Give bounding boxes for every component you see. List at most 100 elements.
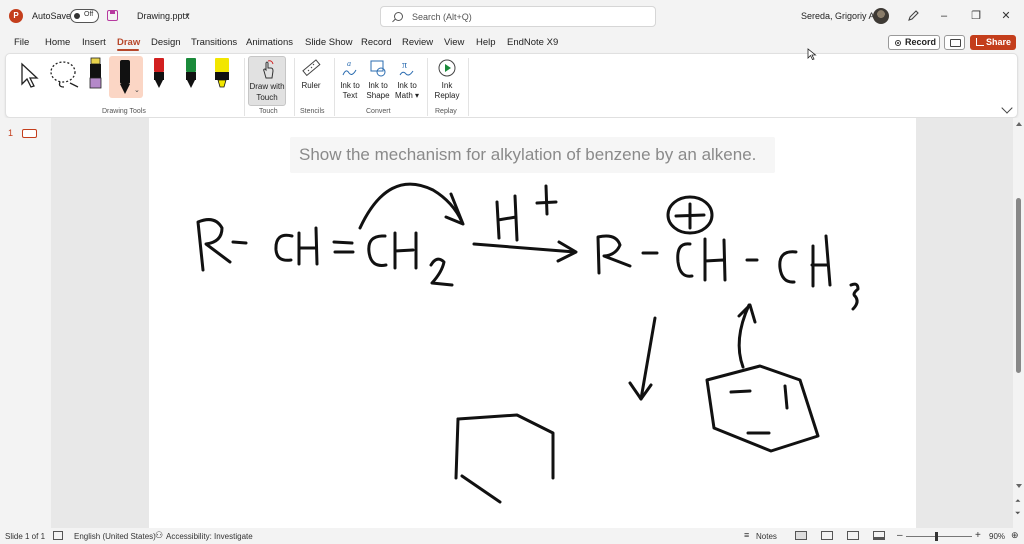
tab-help[interactable]: Help: [476, 37, 496, 48]
autosave-toggle[interactable]: Off: [70, 9, 99, 23]
ink-stroke-H4: [810, 234, 832, 288]
tab-endnote[interactable]: EndNote X9: [507, 37, 558, 48]
tab-record[interactable]: Record: [361, 37, 392, 48]
slide-number: 1: [8, 128, 14, 138]
fit-to-window-icon[interactable]: ⊕: [1011, 530, 1019, 541]
active-tab-indicator: [117, 49, 139, 51]
ink-stroke-ring-bottom: [460, 474, 502, 504]
selected-black-pen[interactable]: ⌄: [109, 56, 143, 98]
notes-icon[interactable]: ≡: [744, 530, 749, 540]
group-label-convert: Convert: [366, 108, 391, 115]
tab-design[interactable]: Design: [151, 37, 181, 48]
draw-with-touch-label-2: Touch: [256, 93, 278, 102]
search-input[interactable]: Search (Alt+Q): [380, 6, 656, 27]
user-name[interactable]: Sereda, Grigoriy A: [801, 11, 875, 21]
save-icon[interactable]: [107, 10, 118, 21]
ink-to-shape-button[interactable]: Ink to Shape: [365, 56, 391, 106]
green-pen-icon[interactable]: [182, 56, 200, 92]
spellcheck-icon[interactable]: [53, 531, 63, 540]
tab-animations[interactable]: Animations: [246, 37, 293, 48]
ink-to-math-label-2: Math ▾: [394, 91, 420, 100]
file-name[interactable]: Drawing.pptx: [137, 11, 190, 21]
zoom-slider[interactable]: [906, 536, 972, 537]
tab-draw[interactable]: Draw: [117, 37, 140, 48]
record-label: Record: [905, 37, 937, 47]
tab-review[interactable]: Review: [402, 37, 433, 48]
tab-transitions[interactable]: Transitions: [191, 37, 237, 48]
ruler-icon: [302, 59, 321, 77]
yellow-highlighter-icon[interactable]: [212, 56, 232, 92]
ink-replay-icon: [438, 59, 456, 77]
avatar[interactable]: [873, 8, 889, 24]
accessibility-status[interactable]: Accessibility: Investigate: [166, 532, 253, 541]
record-button[interactable]: Record: [888, 35, 940, 50]
slide-thumbnail-pane: 1: [0, 118, 51, 528]
ink-to-math-button[interactable]: π Ink to Math ▾: [393, 56, 421, 106]
scroll-down-icon[interactable]: [1016, 484, 1022, 488]
search-placeholder: Search (Alt+Q): [412, 12, 472, 22]
ink-to-shape-label-1: Ink to: [368, 81, 388, 90]
tab-view[interactable]: View: [444, 37, 464, 48]
ink-to-math-icon: π: [399, 60, 414, 76]
status-bar: Slide 1 of 1 English (United States) ⚇ A…: [0, 528, 1024, 544]
title-bar: P AutoSave Off Drawing.pptx ▾ Search (Al…: [0, 0, 1024, 32]
select-cursor-icon[interactable]: [16, 56, 42, 94]
previous-slide-icon[interactable]: ⏶: [1015, 498, 1021, 505]
scroll-thumb[interactable]: [1016, 198, 1021, 373]
share-label: Share: [986, 37, 1012, 47]
tab-file[interactable]: File: [14, 37, 29, 48]
zoom-level[interactable]: 90%: [989, 532, 1005, 541]
collapse-ribbon-icon[interactable]: [1001, 102, 1013, 114]
restore-button[interactable]: ❐: [969, 9, 983, 23]
pencil-pen-icon[interactable]: [86, 56, 104, 96]
ink-stroke-subscript-3: [849, 282, 860, 311]
ink-stroke-ring: [456, 413, 555, 480]
next-slide-icon[interactable]: ⏷: [1015, 510, 1021, 517]
tab-slide-show[interactable]: Slide Show: [305, 37, 353, 48]
slide-show-icon[interactable]: [873, 531, 885, 540]
zoom-in-button[interactable]: +: [975, 530, 981, 541]
pen-icon[interactable]: [906, 9, 920, 23]
scroll-up-icon[interactable]: [1016, 122, 1022, 126]
language[interactable]: English (United States): [74, 532, 156, 541]
pen-options-chevron-icon: ⌄: [134, 87, 140, 94]
ink-to-text-button[interactable]: a Ink to Text: [337, 56, 363, 106]
ink-to-text-label-2: Text: [342, 91, 358, 100]
notes-button[interactable]: Notes: [756, 532, 777, 541]
zoom-slider-thumb[interactable]: [935, 532, 938, 541]
tab-insert[interactable]: Insert: [82, 37, 106, 48]
close-button[interactable]: ✕: [999, 9, 1013, 23]
accessibility-icon[interactable]: ⚇: [155, 530, 163, 541]
zoom-out-button[interactable]: –: [897, 530, 903, 541]
svg-text:π: π: [402, 60, 407, 71]
slide-sorter-icon[interactable]: [821, 531, 833, 540]
minimize-button[interactable]: –: [937, 9, 951, 23]
ink-stroke-charge-plus: [674, 202, 706, 230]
ink-stroke-H-plus: [495, 194, 519, 242]
draw-with-touch-button[interactable]: Draw with Touch: [248, 56, 286, 106]
svg-text:a: a: [347, 59, 351, 68]
ink-stroke-ring-left: [454, 417, 460, 480]
share-button[interactable]: Share: [970, 35, 1016, 50]
autosave-state: Off: [84, 11, 94, 18]
ink-stroke-C2: [367, 234, 388, 267]
red-pen-icon[interactable]: [150, 56, 168, 92]
handwritten-ink[interactable]: [149, 118, 916, 528]
ink-stroke-C3: [676, 242, 694, 278]
chevron-down-icon[interactable]: ▾: [186, 11, 190, 19]
ribbon: ⌄ Drawing Tools Draw with Touch Touch Ru…: [5, 53, 1018, 118]
ink-stroke-curved-arrow: [358, 182, 464, 230]
ink-to-math-label-1: Ink to: [397, 81, 417, 90]
reading-view-icon[interactable]: [847, 531, 859, 540]
vertical-scrollbar[interactable]: [1013, 118, 1024, 528]
ruler-button[interactable]: Ruler: [298, 56, 324, 96]
ink-to-text-icon: a: [342, 59, 357, 76]
normal-view-icon[interactable]: [795, 531, 807, 540]
slide-thumbnail[interactable]: [22, 129, 37, 138]
comments-button[interactable]: [944, 35, 965, 50]
tab-home[interactable]: Home: [45, 37, 70, 48]
lasso-select-icon[interactable]: [46, 56, 82, 94]
ink-replay-button[interactable]: Ink Replay: [431, 56, 463, 106]
ink-stroke-H3: [703, 237, 727, 282]
ink-stroke-C4: [778, 250, 798, 284]
